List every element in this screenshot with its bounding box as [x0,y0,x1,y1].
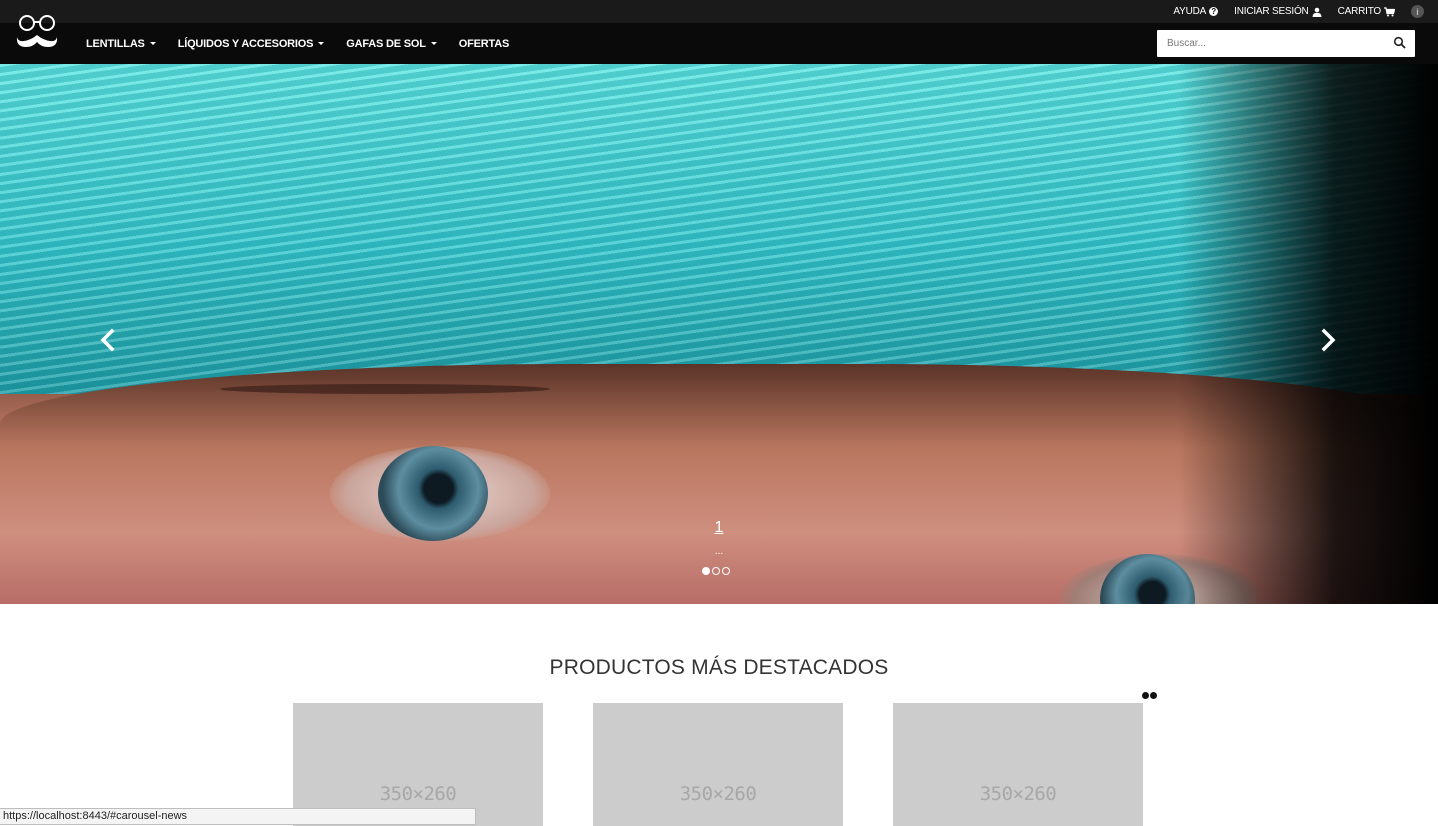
nav-gafas-label: GAFAS DE SOL [346,37,426,50]
search-icon[interactable] [1393,36,1407,50]
product-image-placeholder[interactable]: 350×260 [593,703,843,826]
caret-down-icon [318,42,325,45]
user-icon [1312,7,1322,17]
main-navbar: LENTILLAS LÍQUIDOS Y ACCESORIOS GAFAS DE… [0,15,1438,64]
section-title: PRODUCTOS MÁS DESTACADOS [549,656,889,679]
cart-label: CARRITO [1337,6,1382,17]
carousel-indicator[interactable] [712,567,720,575]
nav-menu: LENTILLAS LÍQUIDOS Y ACCESORIOS GAFAS DE… [86,23,509,64]
carousel-indicator[interactable] [722,567,730,575]
placeholder-text: 350×260 [679,783,757,805]
search-input[interactable] [1157,30,1392,57]
info-icon[interactable]: i [1411,5,1424,18]
nav-ofertas-label: OFERTAS [458,37,510,50]
chevron-left-icon[interactable] [96,328,120,352]
carousel-indicator[interactable] [702,567,710,575]
cart-icon [1384,6,1395,16]
caret-down-icon [430,42,437,45]
nav-ofertas[interactable]: OFERTAS [458,37,510,50]
nav-lentillas[interactable]: LENTILLAS [86,38,156,50]
search-box [1157,30,1415,57]
carousel-indicators [702,567,730,575]
caret-down-icon [149,42,156,45]
logo-icon[interactable] [14,11,60,53]
carousel-dots-icon[interactable] [1142,692,1157,699]
placeholder-text: 350×260 [379,783,457,805]
top-utility-bar: AYUDA ? INICIAR SESIÓN CARRITO i [0,0,1438,23]
help-label: AYUDA [1173,6,1207,17]
login-label: INICIAR SESIÓN [1234,6,1309,17]
product-image-placeholder[interactable]: 350×260 [893,703,1143,826]
cart-link[interactable]: CARRITO [1338,6,1395,17]
carousel-caption-text: ... [714,546,724,557]
question-icon: ? [1209,7,1219,16]
browser-status-url: https://localhost:8443/#carousel-news [0,808,476,825]
chevron-right-icon[interactable] [1316,328,1340,352]
nav-lentillas-label: LENTILLAS [86,37,145,50]
help-link[interactable]: AYUDA ? [1173,6,1219,17]
nav-gafas[interactable]: GAFAS DE SOL [346,38,437,50]
nav-liquidos[interactable]: LÍQUIDOS Y ACCESORIOS [178,38,325,50]
placeholder-text: 350×260 [979,783,1057,805]
nav-liquidos-label: LÍQUIDOS Y ACCESORIOS [177,37,314,50]
carousel-caption-title: 1 [714,519,724,536]
login-link[interactable]: INICIAR SESIÓN [1234,6,1322,17]
hero-brow [220,384,550,394]
hero-carousel: 1 ... [0,64,1438,604]
top-links: AYUDA ? INICIAR SESIÓN CARRITO i [1173,0,1424,23]
